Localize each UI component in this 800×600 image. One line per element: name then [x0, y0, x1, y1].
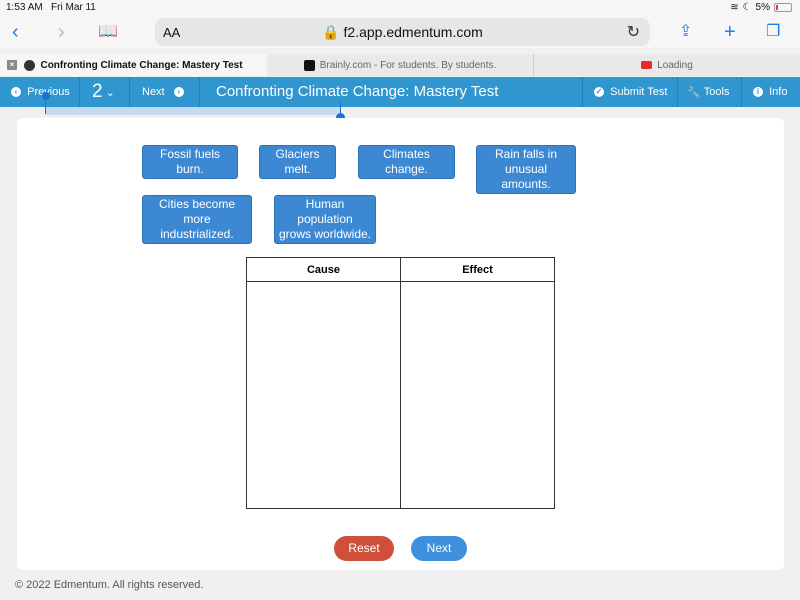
submit-test-button[interactable]: ✓ Submit Test	[582, 77, 678, 107]
info-icon: i	[753, 87, 763, 97]
tab-edmentum[interactable]: × Confronting Climate Change: Mastery Te…	[0, 54, 267, 76]
previous-button[interactable]: ‹ Previous	[0, 77, 80, 107]
test-navbar: ‹ Previous 2⌄ Next › Confronting Climate…	[0, 77, 800, 107]
ios-status-bar: 1:53 AM Fri Mar 11 ≋ ☾ 5%	[0, 0, 800, 16]
close-tab-icon[interactable]: ×	[7, 60, 17, 70]
address-bar[interactable]: AA 🔒 f2.app.edmentum.com ↻	[155, 18, 650, 46]
test-title: Confronting Climate Change: Mastery Test	[216, 83, 499, 100]
moon-icon: ☾	[742, 2, 752, 13]
arrow-left-icon: ‹	[11, 87, 21, 97]
draggable-chip-rain[interactable]: Rain falls in unusual amounts.	[476, 145, 576, 194]
draggable-chip-climates[interactable]: Climates change.	[358, 145, 455, 179]
share-icon[interactable]: ⇪	[679, 20, 692, 44]
tools-button[interactable]: 🔧 Tools	[678, 77, 742, 107]
forward-icon[interactable]: ›	[58, 20, 65, 44]
bookmarks-icon[interactable]: 📖	[98, 20, 118, 44]
back-icon[interactable]: ‹	[12, 20, 19, 44]
tab-brainly[interactable]: Brainly.com - For students. By students.	[267, 54, 534, 76]
cause-effect-table: Cause Effect	[246, 257, 555, 509]
reset-button[interactable]: Reset	[334, 536, 394, 561]
copyright-text: © 2022 Edmentum. All rights reserved.	[15, 579, 204, 591]
edmentum-favicon-icon	[24, 59, 36, 71]
reload-icon[interactable]: ↻	[627, 22, 640, 42]
effect-drop-zone[interactable]	[401, 282, 554, 508]
arrow-right-icon: ›	[173, 87, 184, 97]
battery-percent: 5%	[755, 2, 770, 13]
draggable-chip-population[interactable]: Human population grows worldwide.	[274, 195, 376, 244]
check-circle-icon: ✓	[594, 87, 604, 97]
selection-highlight	[45, 107, 341, 115]
cause-drop-zone[interactable]	[247, 282, 400, 508]
draggable-chip-glaciers[interactable]: Glaciers melt.	[259, 145, 336, 179]
battery-icon	[774, 3, 792, 12]
draggable-chip-fossil-fuels[interactable]: Fossil fuels burn.	[142, 145, 238, 179]
brainly-favicon-icon	[303, 59, 315, 71]
chevron-down-icon: ⌄	[105, 86, 115, 99]
url-text: f2.app.edmentum.com	[343, 24, 483, 40]
tab-loading[interactable]: Loading	[534, 54, 800, 76]
info-button[interactable]: i Info	[742, 77, 800, 107]
tabs-icon[interactable]: ❐	[766, 20, 780, 44]
effect-header: Effect	[401, 258, 554, 282]
browser-toolbar: ‹ › 📖 AA 🔒 f2.app.edmentum.com ↻ ⇪ + ❐	[0, 16, 800, 48]
status-time: 1:53 AM Fri Mar 11	[6, 2, 96, 13]
question-number-dropdown[interactable]: 2 ⌄	[80, 77, 130, 107]
next-button[interactable]: Next	[411, 536, 467, 561]
youtube-favicon-icon	[641, 61, 653, 69]
cause-header: Cause	[247, 258, 400, 282]
next-question-button[interactable]: Next ›	[130, 77, 200, 107]
draggable-chip-cities[interactable]: Cities become more industrialized.	[142, 195, 252, 244]
browser-tabs: × Confronting Climate Change: Mastery Te…	[0, 54, 800, 76]
lock-icon: 🔒	[322, 24, 340, 40]
wifi-icon: ≋	[730, 2, 739, 13]
new-tab-icon[interactable]: +	[724, 20, 736, 44]
wrench-icon: 🔧	[687, 86, 701, 99]
